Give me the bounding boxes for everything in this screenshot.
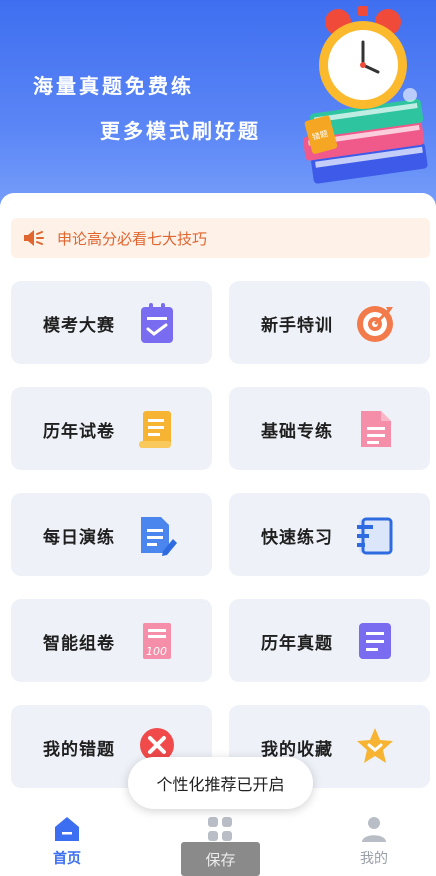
quick-list-icon <box>357 517 393 555</box>
card-label: 智能组卷 <box>43 634 115 654</box>
card-basic-practice[interactable]: 基础专练 <box>229 387 430 470</box>
card-label: 新手特训 <box>261 316 333 336</box>
target-icon <box>357 306 393 342</box>
scroll-icon <box>139 411 171 448</box>
card-past-papers[interactable]: 历年试卷 <box>11 387 212 470</box>
tab-profile-label: 我的 <box>360 851 388 867</box>
clipboard-check-icon <box>141 303 173 343</box>
save-button[interactable]: 保存 <box>181 842 260 876</box>
card-smart-paper[interactable]: 智能组卷 100 <box>11 599 212 682</box>
tab-home[interactable]: 首页 <box>27 814 107 868</box>
card-mock-contest[interactable]: 模考大赛 <box>11 281 212 364</box>
score-badge: 100 <box>146 645 167 658</box>
card-label: 每日演练 <box>43 528 115 548</box>
tab-profile[interactable]: 我的 <box>334 814 414 868</box>
hero-slogan-line2: 更多模式刷好题 <box>100 119 261 143</box>
card-newbie-training[interactable]: 新手特训 <box>229 281 430 364</box>
hero-banner: 海量真题免费练 更多模式刷好题 错题 <box>0 0 436 215</box>
person-icon <box>362 817 386 842</box>
card-label: 历年真题 <box>261 634 333 654</box>
card-label: 模考大赛 <box>43 316 115 336</box>
notice-banner[interactable]: 申论高分必看七大技巧 <box>11 218 430 258</box>
notice-text: 申论高分必看七大技巧 <box>57 229 208 248</box>
grid-icon <box>208 817 232 841</box>
home-icon <box>55 817 79 841</box>
card-label: 快速练习 <box>261 528 333 548</box>
card-daily-drill[interactable]: 每日演练 <box>11 493 212 576</box>
card-label: 我的错题 <box>43 740 115 760</box>
tab-home-label: 首页 <box>53 851 81 867</box>
card-label: 历年试卷 <box>43 422 115 442</box>
edit-document-icon <box>141 517 177 556</box>
speaker-icon <box>24 230 44 246</box>
clock-books-illustration: 错题 <box>303 6 428 184</box>
toast-message: 个性化推荐已开启 <box>128 757 313 809</box>
score-paper-icon: 100 <box>143 623 171 659</box>
list-document-icon <box>359 623 391 659</box>
hero-slogan-line1: 海量真题免费练 <box>33 74 194 98</box>
card-label: 基础专练 <box>261 422 333 442</box>
star-icon <box>357 728 393 763</box>
document-icon <box>361 411 391 447</box>
card-quick-practice[interactable]: 快速练习 <box>229 493 430 576</box>
card-real-exams[interactable]: 历年真题 <box>229 599 430 682</box>
